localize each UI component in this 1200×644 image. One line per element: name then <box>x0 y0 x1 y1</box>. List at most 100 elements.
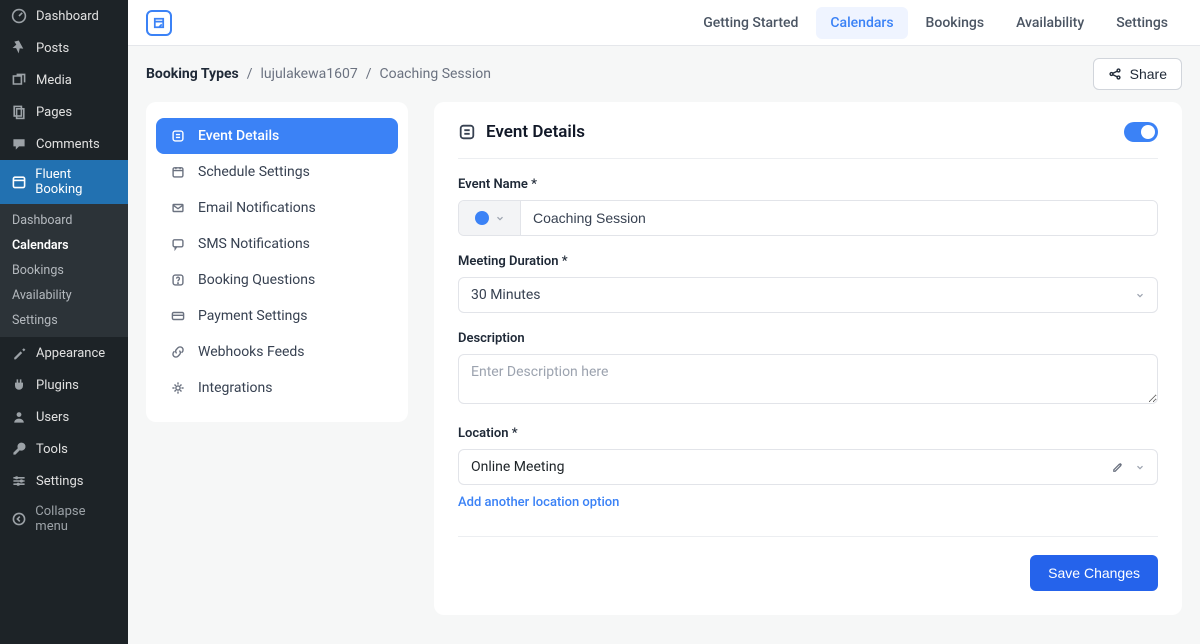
tab-label: Schedule Settings <box>198 164 310 180</box>
settings-tabs: Event Details Schedule Settings Email No… <box>146 102 408 422</box>
comment-icon <box>10 135 28 153</box>
tab-label: Booking Questions <box>198 272 315 288</box>
tab-sms-notifications[interactable]: SMS Notifications <box>156 226 398 262</box>
brush-icon <box>10 344 28 362</box>
tab-event-details[interactable]: Event Details <box>156 118 398 154</box>
pages-icon <box>10 103 28 121</box>
link-icon <box>170 344 186 360</box>
plug-icon <box>10 376 28 394</box>
user-icon <box>10 408 28 426</box>
event-color-picker[interactable] <box>459 201 521 235</box>
sidebar-label: Media <box>36 73 72 88</box>
sidebar-submenu: Dashboard Calendars Bookings Availabilit… <box>0 204 128 337</box>
breadcrumb-root[interactable]: Booking Types <box>146 66 239 82</box>
duration-label: Meeting Duration * <box>458 254 1158 269</box>
tab-schedule-settings[interactable]: Schedule Settings <box>156 154 398 190</box>
sidebar-item-comments[interactable]: Comments <box>0 128 128 160</box>
mail-icon <box>170 200 186 216</box>
tab-integrations[interactable]: Integrations <box>156 370 398 406</box>
media-icon <box>10 71 28 89</box>
event-name-input[interactable] <box>521 201 1157 235</box>
color-dot <box>475 211 489 225</box>
sidebar-item-pages[interactable]: Pages <box>0 96 128 128</box>
sliders-icon <box>10 472 28 490</box>
location-select[interactable]: Online Meeting <box>458 449 1158 485</box>
question-icon <box>170 272 186 288</box>
save-button[interactable]: Save Changes <box>1030 555 1158 591</box>
sidebar-label: Tools <box>36 442 68 457</box>
details-icon <box>458 123 476 141</box>
sidebar-item-users[interactable]: Users <box>0 401 128 433</box>
tab-email-notifications[interactable]: Email Notifications <box>156 190 398 226</box>
event-details-form: Event Details Event Name * Meeting Durat <box>434 102 1182 615</box>
submenu-item-availability[interactable]: Availability <box>0 283 128 308</box>
sidebar-label: Posts <box>36 41 69 56</box>
form-heading: Event Details <box>486 122 585 142</box>
tab-label: Email Notifications <box>198 200 316 216</box>
app-logo <box>146 10 172 36</box>
duration-select[interactable]: 30 Minutes <box>458 277 1158 313</box>
top-bar: Getting Started Calendars Bookings Avail… <box>128 0 1200 46</box>
sidebar-item-tools[interactable]: Tools <box>0 433 128 465</box>
tab-label: Webhooks Feeds <box>198 344 305 360</box>
submenu-item-bookings[interactable]: Bookings <box>0 258 128 283</box>
topnav-getting-started[interactable]: Getting Started <box>689 7 812 39</box>
share-label: Share <box>1130 66 1167 82</box>
breadcrumb-bar: Booking Types / lujulakewa1607 / Coachin… <box>128 46 1200 102</box>
location-label: Location * <box>458 426 1158 441</box>
sidebar-item-plugins[interactable]: Plugins <box>0 369 128 401</box>
sidebar-label: Appearance <box>36 346 105 361</box>
add-location-link[interactable]: Add another location option <box>458 495 619 510</box>
submenu-item-dashboard[interactable]: Dashboard <box>0 208 128 233</box>
sidebar-item-settings[interactable]: Settings <box>0 465 128 497</box>
sidebar-label: Dashboard <box>36 9 99 24</box>
tab-payment-settings[interactable]: Payment Settings <box>156 298 398 334</box>
chevron-down-icon <box>1135 290 1145 300</box>
sidebar-label: Settings <box>36 474 83 489</box>
chevron-down-icon <box>495 213 505 223</box>
collapse-icon <box>10 510 27 528</box>
integrations-icon <box>170 380 186 396</box>
edit-icon[interactable] <box>1111 460 1125 474</box>
chevron-down-icon <box>1135 462 1145 472</box>
sidebar-item-dashboard[interactable]: Dashboard <box>0 0 128 32</box>
submenu-item-calendars[interactable]: Calendars <box>0 233 128 258</box>
wp-admin-sidebar: Dashboard Posts Media Pages Comments Flu… <box>0 0 128 644</box>
calendar-icon <box>170 164 186 180</box>
sidebar-item-media[interactable]: Media <box>0 64 128 96</box>
share-button[interactable]: Share <box>1093 58 1182 90</box>
sidebar-label: Fluent Booking <box>35 167 118 197</box>
duration-value: 30 Minutes <box>471 287 541 303</box>
sidebar-item-fluent-booking[interactable]: Fluent Booking <box>0 160 128 204</box>
details-icon <box>170 128 186 144</box>
tab-label: Integrations <box>198 380 272 396</box>
breadcrumb-page: Coaching Session <box>379 66 491 82</box>
wrench-icon <box>10 440 28 458</box>
topnav-calendars[interactable]: Calendars <box>816 7 907 39</box>
description-input[interactable] <box>458 354 1158 404</box>
pin-icon <box>10 39 28 57</box>
tab-webhooks-feeds[interactable]: Webhooks Feeds <box>156 334 398 370</box>
breadcrumb: Booking Types / lujulakewa1607 / Coachin… <box>146 66 491 82</box>
sidebar-item-appearance[interactable]: Appearance <box>0 337 128 369</box>
enable-toggle[interactable] <box>1124 122 1158 142</box>
location-value: Online Meeting <box>471 459 564 475</box>
sidebar-label: Comments <box>36 137 100 152</box>
submenu-item-settings[interactable]: Settings <box>0 308 128 333</box>
topnav-availability[interactable]: Availability <box>1002 7 1098 39</box>
tab-booking-questions[interactable]: Booking Questions <box>156 262 398 298</box>
sidebar-item-posts[interactable]: Posts <box>0 32 128 64</box>
share-icon <box>1108 67 1122 81</box>
tab-label: SMS Notifications <box>198 236 310 252</box>
topnav-bookings[interactable]: Bookings <box>912 7 999 39</box>
tab-label: Payment Settings <box>198 308 308 324</box>
content-area: Event Details Schedule Settings Email No… <box>128 102 1200 644</box>
breadcrumb-user[interactable]: lujulakewa1607 <box>260 66 357 82</box>
sidebar-item-collapse[interactable]: Collapse menu <box>0 497 128 541</box>
sidebar-label: Pages <box>36 105 72 120</box>
top-nav: Getting Started Calendars Bookings Avail… <box>689 7 1182 39</box>
calendar-icon <box>10 173 27 191</box>
sidebar-label: Plugins <box>36 378 79 393</box>
topnav-settings[interactable]: Settings <box>1102 7 1182 39</box>
sidebar-label: Collapse menu <box>35 504 118 534</box>
